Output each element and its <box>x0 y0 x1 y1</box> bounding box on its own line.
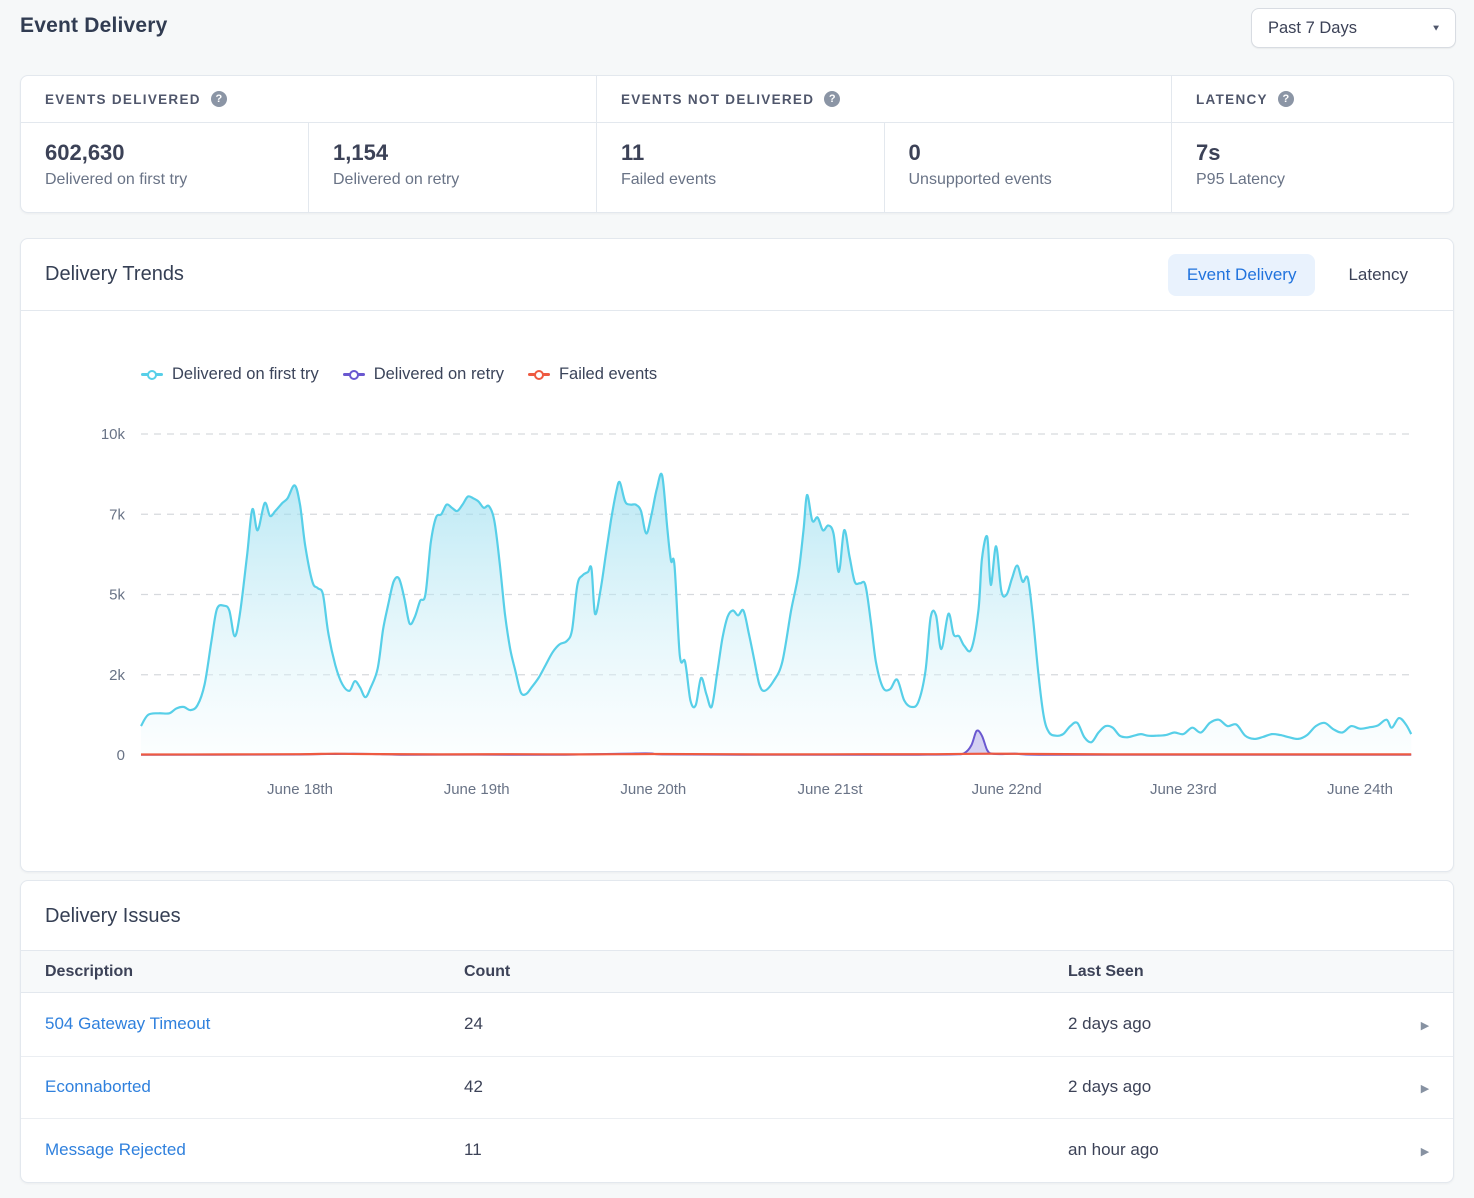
svg-text:June 24th: June 24th <box>1327 781 1393 798</box>
stat-group-events-not-delivered: EVENTS NOT DELIVERED ? 11 Failed events … <box>596 76 1171 212</box>
issue-count: 42 <box>464 1077 1068 1097</box>
chevron-right-icon[interactable]: ▶ <box>1421 1083 1429 1095</box>
stat-label: Failed events <box>621 171 860 189</box>
help-icon[interactable]: ? <box>824 91 840 107</box>
date-range-select[interactable]: Past 7 Days ▼ <box>1251 8 1456 48</box>
issue-link[interactable]: Message Rejected <box>45 1140 186 1159</box>
svg-text:2k: 2k <box>109 667 125 684</box>
stat-cell: 0 Unsupported events <box>884 123 1172 212</box>
stat-cell: 7s P95 Latency <box>1172 123 1453 212</box>
tab-event-delivery[interactable]: Event Delivery <box>1168 254 1316 296</box>
issue-last-seen: 2 days ago <box>1068 1077 1397 1097</box>
stat-value: 602,630 <box>45 140 284 166</box>
issue-last-seen: an hour ago <box>1068 1140 1397 1160</box>
help-icon[interactable]: ? <box>211 91 227 107</box>
svg-text:June 21st: June 21st <box>797 781 863 798</box>
svg-text:June 23rd: June 23rd <box>1150 781 1217 798</box>
issues-table-header: Description Count Last Seen <box>21 950 1453 993</box>
svg-text:10k: 10k <box>101 426 126 443</box>
table-row[interactable]: 504 Gateway Timeout 242 days ago ▶ <box>21 993 1453 1056</box>
trends-chart-area: Delivered on first tryDelivered on retry… <box>21 311 1453 871</box>
stat-value: 7s <box>1196 140 1429 166</box>
issue-count: 24 <box>464 1014 1068 1034</box>
svg-text:June 20th: June 20th <box>620 781 686 798</box>
stat-label: Delivered on first try <box>45 171 284 189</box>
stat-group-label: LATENCY <box>1196 92 1268 107</box>
table-row[interactable]: Econnaborted 422 days ago ▶ <box>21 1056 1453 1119</box>
svg-text:5k: 5k <box>109 587 125 604</box>
svg-text:June 22nd: June 22nd <box>972 781 1042 798</box>
stat-group-label: EVENTS NOT DELIVERED <box>621 92 814 107</box>
trends-chart[interactable]: 0 2k 5k 7k 10k June 18th June 19th June 20th Jun… <box>21 311 1453 871</box>
stat-value: 0 <box>909 140 1148 166</box>
issues-title: Delivery Issues <box>21 881 1453 950</box>
stat-label: Delivered on retry <box>333 171 572 189</box>
svg-text:7k: 7k <box>109 506 125 523</box>
stat-value: 1,154 <box>333 140 572 166</box>
svg-text:June 18th: June 18th <box>267 781 333 798</box>
chevron-right-icon[interactable]: ▶ <box>1421 1146 1429 1158</box>
stat-group-latency: LATENCY ? 7s P95 Latency <box>1171 76 1453 212</box>
issue-last-seen: 2 days ago <box>1068 1014 1397 1034</box>
issue-link[interactable]: 504 Gateway Timeout <box>45 1014 210 1033</box>
trends-tabs: Event Delivery Latency <box>1168 254 1435 296</box>
stat-cell: 1,154 Delivered on retry <box>308 123 596 212</box>
date-range-value: Past 7 Days <box>1268 19 1357 38</box>
stats-card: EVENTS DELIVERED ? 602,630 Delivered on … <box>20 75 1454 213</box>
stat-label: Unsupported events <box>909 171 1148 189</box>
stat-value: 11 <box>621 140 860 166</box>
issue-link[interactable]: Econnaborted <box>45 1077 151 1096</box>
column-header-description: Description <box>45 963 464 981</box>
stat-label: P95 Latency <box>1196 171 1429 189</box>
chevron-right-icon[interactable]: ▶ <box>1421 1020 1429 1032</box>
delivery-issues-card: Delivery Issues Description Count Last S… <box>20 880 1454 1183</box>
stat-cell: 602,630 Delivered on first try <box>21 123 308 212</box>
svg-text:June 19th: June 19th <box>444 781 510 798</box>
trends-title: Delivery Trends <box>45 263 184 286</box>
stat-cell: 11 Failed events <box>597 123 884 212</box>
svg-text:0: 0 <box>117 747 125 764</box>
help-icon[interactable]: ? <box>1278 91 1294 107</box>
issues-table-body: 504 Gateway Timeout242 days ago▶Econnabo… <box>21 993 1453 1181</box>
tab-latency[interactable]: Latency <box>1321 254 1435 296</box>
table-row[interactable]: Message Rejected 11an hour ago ▶ <box>21 1118 1453 1181</box>
column-header-count: Count <box>464 963 1068 981</box>
stat-group-events-delivered: EVENTS DELIVERED ? 602,630 Delivered on … <box>21 76 596 212</box>
delivery-trends-card: Delivery Trends Event Delivery Latency D… <box>20 238 1454 872</box>
column-header-last-seen: Last Seen <box>1068 963 1397 981</box>
chevron-down-icon: ▼ <box>1431 23 1441 32</box>
page-title: Event Delivery <box>20 14 168 38</box>
stat-group-label: EVENTS DELIVERED <box>45 92 201 107</box>
issue-count: 11 <box>464 1140 1068 1160</box>
